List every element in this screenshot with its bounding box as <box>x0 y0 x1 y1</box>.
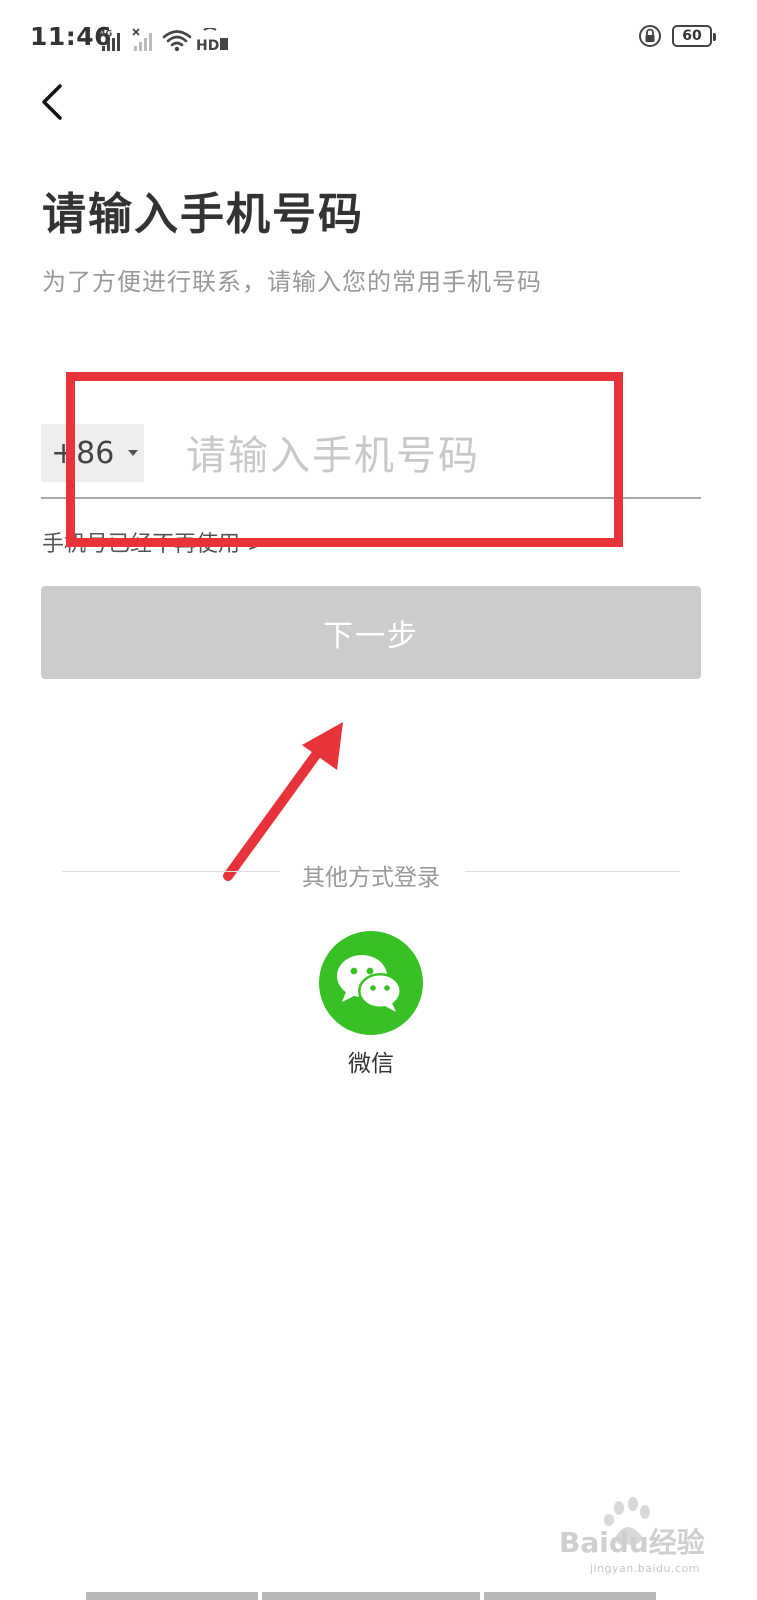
rotation-lock-icon <box>639 25 661 47</box>
status-bar: 11:46 4G HD 60 <box>0 0 757 80</box>
status-icons: 4G HD <box>100 24 236 52</box>
country-code-selector[interactable]: +86 <box>41 424 144 482</box>
nav-bar-segment[interactable] <box>86 1592 258 1600</box>
watermark-url: jingyan.baidu.com <box>589 1562 700 1575</box>
wechat-icon <box>337 955 402 1012</box>
hd-label: HD <box>196 38 219 52</box>
next-button[interactable]: 下一步 <box>41 586 701 679</box>
phone-no-longer-used-link[interactable]: 手机号已经不再使用 > <box>42 526 265 558</box>
baidu-watermark-logo: Baidu经验 <box>559 1497 705 1559</box>
nav-bar-segment[interactable] <box>262 1592 480 1600</box>
signal-no-sim-icon <box>132 28 152 51</box>
input-underline <box>41 497 701 499</box>
country-code-value: +86 <box>51 435 115 471</box>
wechat-login-button[interactable] <box>319 931 423 1035</box>
signal-4g-icon: 4G <box>100 29 120 51</box>
hd-icon: HD <box>196 28 228 52</box>
watermark-brand: Baidu经验 <box>559 1526 705 1559</box>
caret-down-icon <box>128 450 139 456</box>
battery-level: 60 <box>682 28 702 44</box>
page-subtitle: 为了方便进行联系，请输入您的常用手机号码 <box>42 268 542 296</box>
back-button[interactable] <box>28 78 76 126</box>
divider-right <box>465 871 680 872</box>
nav-bar-segment[interactable] <box>484 1592 656 1600</box>
divider-left <box>62 871 280 872</box>
wifi-icon <box>162 30 192 52</box>
network-label: 4G <box>100 29 112 38</box>
other-login-label: 其他方式登录 <box>302 865 440 891</box>
battery-icon: 60 <box>672 25 716 47</box>
chevron-left-icon <box>42 84 62 120</box>
phone-number-input[interactable] <box>172 424 692 488</box>
wechat-label: 微信 <box>348 1051 394 1077</box>
status-right: 60 <box>638 24 716 48</box>
page-title: 请输入手机号码 <box>42 189 364 240</box>
battery-tip <box>713 33 716 41</box>
